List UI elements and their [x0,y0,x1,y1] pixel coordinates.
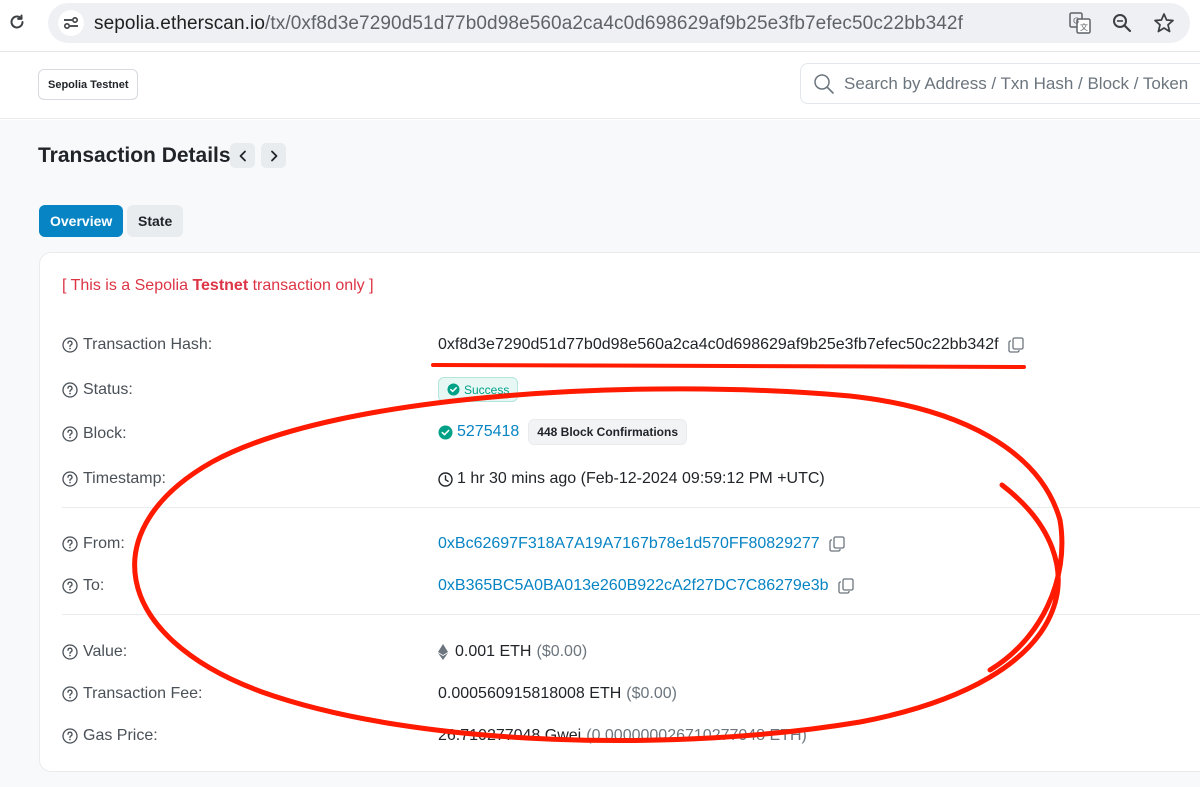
gas-price-label: Gas Price: [62,727,158,745]
site-settings-icon[interactable] [58,10,84,36]
testnet-notice: [ This is a Sepolia Testnet transaction … [62,277,374,295]
value-label: Value: [62,643,127,661]
page-content: Transaction Details Overview State [ Thi… [0,120,1200,787]
question-circle-icon[interactable] [62,578,78,594]
question-circle-icon[interactable] [62,536,78,552]
fee-label-text: Transaction Fee: [83,685,203,702]
to-label-text: To: [83,577,105,594]
search-box[interactable] [800,63,1200,104]
timestamp-label-text: Timestamp: [83,470,166,487]
to-value-row: 0xB365BC5A0BA013e260B922cA2f27DC7C86279e… [438,577,855,595]
chevron-left-icon [239,150,246,161]
browser-toolbar: sepolia.etherscan.io/tx/0xf8d3e7290d51d7… [0,0,1200,52]
clock-icon [438,471,453,487]
url-domain: sepolia.etherscan.io [94,13,265,34]
translate-icon[interactable]: G文 [1068,11,1092,35]
testnet-notice-suffix: transaction only ] [248,277,374,294]
status-label: Status: [62,381,133,399]
hash-label-text: Transaction Hash: [83,336,213,353]
search-input[interactable] [844,64,1200,103]
block-number-link[interactable]: 5275418 [457,423,519,441]
gas-price-eth: (0.000000026710277048 ETH) [586,727,807,744]
section-divider [62,614,1200,615]
value-value-row: 0.001 ETH ($0.00) [438,643,587,661]
from-address-link[interactable]: 0xBc62697F318A7A19A7167b78e1d570FF808292… [438,535,820,553]
fee-amount: 0.000560915818008 ETH [438,685,622,702]
question-circle-icon[interactable] [62,382,78,398]
transaction-hash-value: 0xf8d3e7290d51d77b0d98e560a2ca4c0d698629… [438,336,999,353]
hash-value-row: 0xf8d3e7290d51d77b0d98e560a2ca4c0d698629… [438,336,1025,354]
status-value-row: Success [438,377,519,402]
block-label-text: Block: [83,425,127,442]
value-amount: 0.001 ETH [455,643,532,660]
copy-icon[interactable] [828,535,846,553]
ethereum-icon [438,644,448,660]
bookmark-star-icon[interactable] [1152,11,1176,35]
question-circle-icon[interactable] [62,337,78,353]
to-label: To: [62,577,104,595]
gas-price-label-text: Gas Price: [83,727,158,744]
from-label-text: From: [83,535,125,552]
question-circle-icon[interactable] [62,728,78,744]
tab-overview[interactable]: Overview [39,205,124,237]
zoom-icon[interactable] [1110,11,1134,35]
question-circle-icon[interactable] [62,471,78,487]
testnet-notice-bold: Testnet [192,277,249,294]
question-circle-icon[interactable] [62,426,78,442]
timestamp-value: 1 hr 30 mins ago (Feb-12-2024 09:59:12 P… [457,470,825,487]
timestamp-label: Timestamp: [62,470,166,488]
network-badge[interactable]: Sepolia Testnet [38,69,139,100]
fee-value-row: 0.000560915818008 ETH ($0.00) [438,685,677,703]
value-label-text: Value: [83,643,128,660]
block-value-row: 5275418 448 Block Confirmations [438,419,687,445]
address-bar[interactable]: sepolia.etherscan.io/tx/0xf8d3e7290d51d7… [48,3,1190,43]
svg-text:文: 文 [1080,22,1088,32]
gas-price-value-row: 26.710277048 Gwei (0.000000026710277048 … [438,727,807,745]
reload-icon[interactable] [6,11,28,33]
check-circle-icon [438,425,453,439]
block-confirmations-badge: 448 Block Confirmations [528,419,687,445]
testnet-notice-prefix: [ This is a Sepolia [62,277,193,294]
svg-text:G: G [1073,17,1079,26]
search-icon [813,73,835,95]
site-header: Sepolia Testnet [0,53,1200,119]
tab-state[interactable]: State [127,205,184,237]
value-usd: ($0.00) [536,643,588,660]
gas-price-amount: 26.710277048 Gwei [438,727,582,744]
next-transaction-button[interactable] [261,143,286,168]
status-badge-text: Success [464,382,510,397]
transaction-details-card: [ This is a Sepolia Testnet transaction … [39,252,1200,772]
block-label: Block: [62,425,127,443]
timestamp-value-row: 1 hr 30 mins ago (Feb-12-2024 09:59:12 P… [438,470,825,488]
to-address-link[interactable]: 0xB365BC5A0BA013e260B922cA2f27DC7C86279e… [438,577,829,595]
chevron-right-icon [270,150,277,161]
hash-label: Transaction Hash: [62,336,212,354]
fee-label: Transaction Fee: [62,685,202,703]
url-path: /tx/0xf8d3e7290d51d77b0d98e560a2ca4c0d69… [265,13,963,34]
check-circle-icon [447,383,460,396]
from-value-row: 0xBc62697F318A7A19A7167b78e1d570FF808292… [438,535,846,553]
question-circle-icon[interactable] [62,644,78,660]
copy-icon[interactable] [1007,336,1025,354]
section-divider [62,507,1200,508]
page-title: Transaction Details [38,144,231,167]
question-circle-icon[interactable] [62,686,78,702]
status-label-text: Status: [83,381,133,398]
copy-icon[interactable] [837,577,855,595]
prev-transaction-button[interactable] [230,143,255,168]
status-badge: Success [438,377,519,402]
from-label: From: [62,535,125,553]
url-text: sepolia.etherscan.io/tx/0xf8d3e7290d51d7… [94,13,963,35]
fee-usd: ($0.00) [626,685,677,702]
